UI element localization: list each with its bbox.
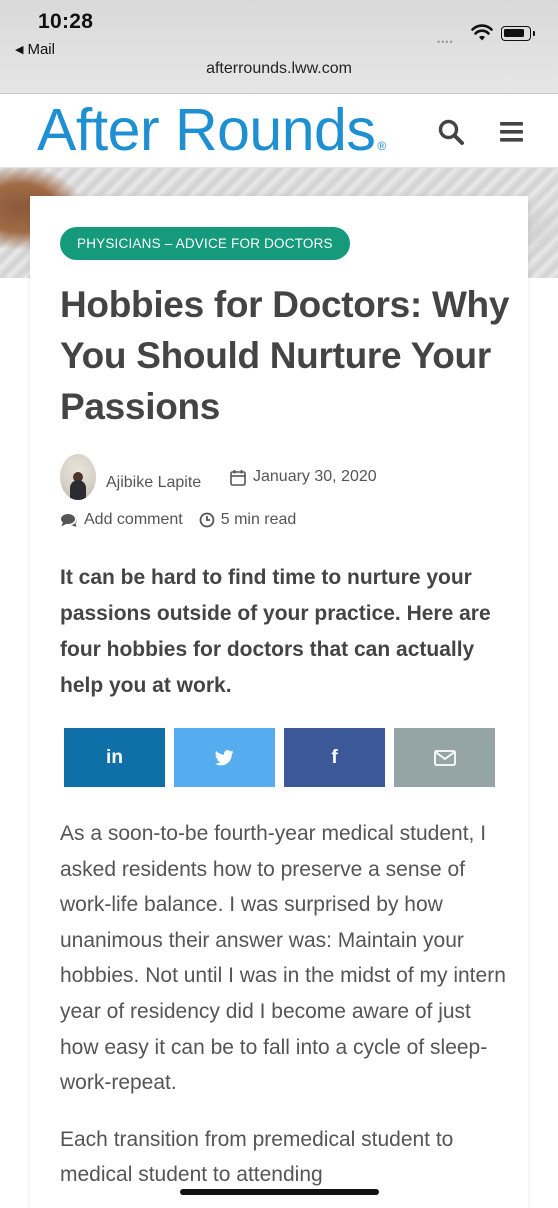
back-to-mail-button[interactable]: ◀ Mail bbox=[15, 41, 55, 58]
browser-status-bar: 10:28 ◀ Mail •••• afterrounds.lww.com bbox=[0, 0, 558, 94]
add-comment-label: Add comment bbox=[84, 511, 183, 528]
article-title: Hobbies for Doctors: Why You Should Nurt… bbox=[60, 284, 510, 427]
email-icon bbox=[433, 749, 456, 766]
registered-mark: ® bbox=[377, 139, 386, 153]
twitter-icon bbox=[215, 749, 234, 765]
back-arrow-icon: ◀ bbox=[15, 44, 24, 56]
linkedin-icon: in bbox=[106, 746, 123, 768]
author-name[interactable]: Ajibike Lapite bbox=[106, 474, 201, 492]
wifi-icon bbox=[471, 24, 493, 41]
battery-icon bbox=[501, 26, 535, 41]
share-buttons: in f bbox=[64, 728, 495, 787]
share-email-button[interactable] bbox=[394, 728, 495, 787]
category-tag[interactable]: PHYSICIANS – ADVICE FOR DOCTORS bbox=[60, 227, 350, 260]
search-icon[interactable] bbox=[436, 117, 466, 147]
publish-date-text: January 30, 2020 bbox=[253, 468, 377, 485]
body-paragraph: Each transition from premedical student … bbox=[60, 1127, 454, 1187]
read-time-label: 5 min read bbox=[220, 511, 297, 528]
facebook-icon: f bbox=[331, 746, 338, 768]
cellular-signal-icon: •••• bbox=[437, 37, 454, 47]
share-facebook-button[interactable]: f bbox=[284, 728, 385, 787]
home-indicator[interactable] bbox=[180, 1189, 379, 1195]
article-meta: Add comment 5 min read bbox=[60, 511, 296, 529]
comment-icon bbox=[61, 513, 77, 527]
back-app-label: Mail bbox=[27, 41, 55, 58]
hamburger-menu-icon[interactable] bbox=[497, 117, 527, 147]
address-bar-url[interactable]: afterrounds.lww.com bbox=[0, 60, 558, 78]
share-twitter-button[interactable] bbox=[174, 728, 275, 787]
share-linkedin-button[interactable]: in bbox=[64, 728, 165, 787]
calendar-icon bbox=[230, 469, 246, 486]
read-time: 5 min read bbox=[199, 511, 297, 529]
author-avatar[interactable] bbox=[60, 454, 96, 500]
body-paragraph: As a soon-to-be fourth-year medical stud… bbox=[60, 822, 506, 1095]
add-comment-link[interactable]: Add comment bbox=[60, 511, 183, 529]
article-lede: It can be hard to find time to nurture y… bbox=[60, 566, 491, 697]
site-header: After Rounds ® bbox=[0, 95, 558, 168]
publish-date: January 30, 2020 bbox=[230, 468, 377, 486]
logo-text: After Rounds bbox=[37, 97, 376, 163]
article-card: PHYSICIANS – ADVICE FOR DOCTORS Hobbies … bbox=[30, 196, 528, 1208]
clock-icon bbox=[199, 512, 215, 528]
status-time: 10:28 bbox=[38, 10, 94, 33]
article-body: As a soon-to-be fourth-year medical stud… bbox=[60, 816, 510, 1208]
